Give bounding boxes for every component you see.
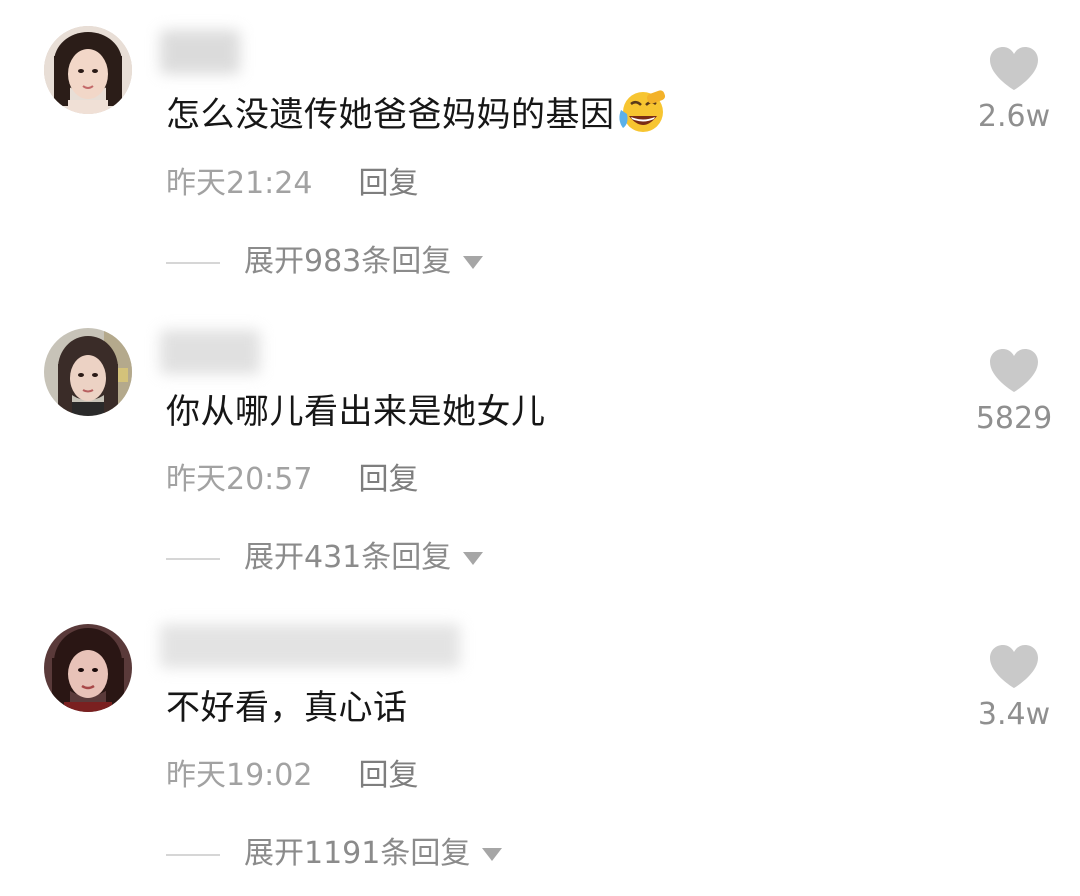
divider (166, 853, 220, 856)
comment-meta: 昨天20:57 回复 (166, 462, 418, 498)
username-blurred[interactable] (160, 624, 460, 668)
like-button[interactable]: 5829 (964, 348, 1064, 436)
heart-icon (990, 645, 1038, 688)
username-blurred[interactable] (160, 330, 260, 374)
chevron-down-icon (482, 848, 503, 861)
timestamp: 昨天19:02 (166, 758, 313, 793)
reply-button[interactable]: 回复 (358, 758, 418, 794)
comment-meta: 昨天21:24 回复 (166, 166, 418, 202)
like-button[interactable]: 2.6w (964, 46, 1064, 134)
comment-text: 怎么没遗传她爸爸妈妈的基因 (166, 90, 667, 143)
avatar[interactable] (44, 328, 132, 416)
face-with-tears-of-joy-icon (617, 90, 667, 143)
like-button[interactable]: 3.4w (964, 644, 1064, 732)
heart-icon (990, 349, 1038, 392)
comment-text: 不好看，真心话 (166, 688, 408, 728)
timestamp: 昨天20:57 (166, 462, 313, 497)
expand-replies-button[interactable]: 展开1191条回复 (166, 836, 503, 872)
avatar[interactable] (44, 26, 132, 114)
comment-item: 你从哪儿看出来是她女儿 昨天20:57 回复 展开431条回复 5829 (0, 300, 1080, 600)
username-blurred[interactable] (160, 30, 240, 74)
reply-button[interactable]: 回复 (358, 166, 418, 202)
chevron-down-icon (463, 552, 484, 565)
comment-meta: 昨天19:02 回复 (166, 758, 418, 794)
divider (166, 261, 220, 264)
divider (166, 557, 220, 560)
heart-icon (990, 47, 1038, 90)
like-count: 2.6w (977, 99, 1051, 134)
expand-replies-button[interactable]: 展开431条回复 (166, 540, 484, 576)
comment-text-content: 不好看，真心话 (166, 688, 408, 728)
expand-replies-label: 展开1191条回复 (244, 836, 471, 871)
avatar[interactable] (44, 624, 132, 712)
expand-replies-button[interactable]: 展开983条回复 (166, 244, 484, 280)
comment-item: 不好看，真心话 昨天19:02 回复 展开1191条回复 3.4w (0, 596, 1080, 896)
comment-text-content: 你从哪儿看出来是她女儿 (166, 392, 546, 432)
chevron-down-icon (463, 256, 484, 269)
reply-button[interactable]: 回复 (358, 462, 418, 498)
timestamp: 昨天21:24 (166, 166, 313, 201)
like-count: 3.4w (977, 697, 1051, 732)
comment-text-content: 怎么没遗传她爸爸妈妈的基因 (166, 95, 615, 135)
comment-item: 怎么没遗传她爸爸妈妈的基因 昨天21:24 回复 展开983条回复 2.6w (0, 0, 1080, 300)
comment-text: 你从哪儿看出来是她女儿 (166, 392, 546, 432)
expand-replies-label: 展开431条回复 (244, 540, 452, 575)
expand-replies-label: 展开983条回复 (244, 244, 452, 279)
like-count: 5829 (975, 401, 1053, 436)
